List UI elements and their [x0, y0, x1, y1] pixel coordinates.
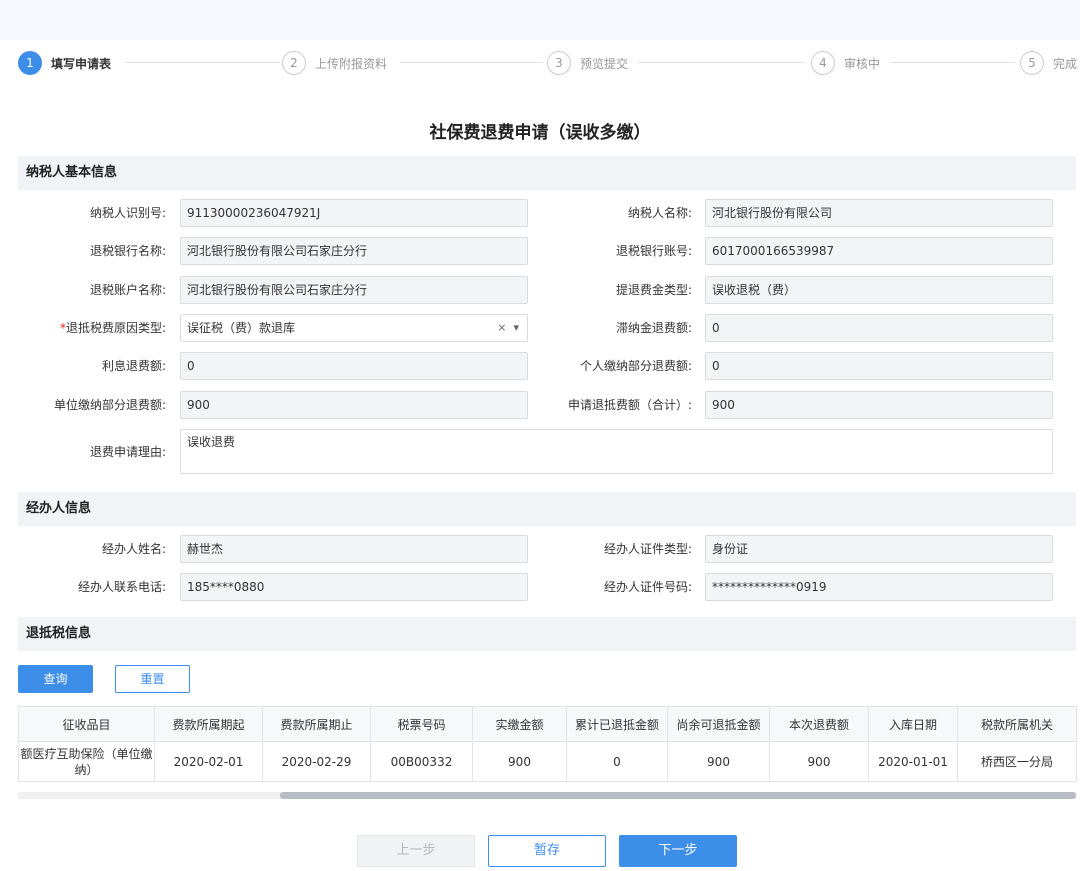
late-fee-label: 滞纳金退费额: [615, 321, 692, 335]
personal-part-label: 个人缴纳部分退费额: [579, 359, 692, 373]
step-1[interactable]: 1 填写申请表 [18, 50, 111, 76]
agent-phone-field[interactable]: 185****0880 [180, 573, 528, 601]
late-fee-field[interactable]: 0 [705, 314, 1053, 342]
step-label: 完成 [1053, 56, 1078, 71]
save-draft-button[interactable]: 暂存 [488, 835, 606, 867]
step-connector [890, 62, 1015, 63]
table-cell: 额医疗互助保险（单位缴纳） [18, 741, 155, 782]
table-cell: 2020-02-01 [154, 741, 263, 782]
unit-part-field[interactable]: 900 [180, 391, 528, 419]
taxpayer-name-label: 纳税人名称: [627, 206, 692, 220]
step-number: 3 [547, 51, 571, 75]
refund-bank-field[interactable]: 河北银行股份有限公司石家庄分行 [180, 237, 528, 265]
table-cell: 900 [472, 741, 567, 782]
step-label: 填写申请表 [51, 56, 112, 71]
table-cell: 2020-02-29 [262, 741, 371, 782]
table-cell: 900 [667, 741, 770, 782]
interest-field[interactable]: 0 [180, 352, 528, 380]
unit-part-label: 单位缴纳部分退费额: [53, 398, 166, 412]
step-3[interactable]: 3 预览提交 [547, 50, 628, 76]
clear-icon[interactable]: × [497, 321, 506, 334]
column-header: 费款所属期止 [262, 706, 371, 742]
agent-cert-no-field[interactable]: **************0919 [705, 573, 1053, 601]
select-controls: × ▾ [497, 315, 519, 341]
refund-account-label: 退税银行账号: [615, 244, 692, 258]
section-taxpayer-info: 纳税人基本信息 [18, 156, 1076, 190]
reason-type-value: 误征税（费）款退库 [187, 321, 296, 335]
step-4[interactable]: 4 审核中 [811, 50, 880, 76]
reason-type-select[interactable]: 误征税（费）款退库 × ▾ [180, 314, 528, 342]
column-header: 税款所属机关 [957, 706, 1077, 742]
total-refund-field[interactable]: 900 [705, 391, 1053, 419]
account-name-field[interactable]: 河北银行股份有限公司石家庄分行 [180, 276, 528, 304]
refund-bank-label: 退税银行名称: [89, 244, 166, 258]
step-number: 5 [1020, 51, 1044, 75]
column-header: 费款所属期起 [154, 706, 263, 742]
reason-type-label-wrap: *退抵税费原因类型: [18, 314, 166, 342]
taxpayer-id-field[interactable]: 91130000236047921J [180, 199, 528, 227]
reset-button[interactable]: 重置 [115, 665, 190, 693]
column-header: 本次退费额 [769, 706, 869, 742]
total-refund-label: 申请退抵费额（合计）: [567, 398, 692, 412]
refund-type-field[interactable]: 误收退税（费） [705, 276, 1053, 304]
step-2[interactable]: 2 上传附报资料 [282, 50, 387, 76]
table-cell: 0 [566, 741, 668, 782]
caret-down-icon[interactable]: ▾ [513, 321, 519, 334]
table-cell: 900 [769, 741, 869, 782]
table-scrollbar-thumb[interactable] [280, 792, 1076, 799]
column-header: 累计已退抵金额 [566, 706, 668, 742]
column-header: 征收品目 [18, 706, 155, 742]
refund-type-label: 提退费金类型: [615, 283, 692, 297]
page-title: 社保费退费申请（误收多缴） [429, 123, 651, 143]
step-connector [638, 62, 805, 63]
table-row[interactable]: 额医疗互助保险（单位缴纳） 2020-02-01 2020-02-29 00B0… [18, 741, 1077, 782]
personal-part-field[interactable]: 0 [705, 352, 1053, 380]
query-button[interactable]: 查询 [18, 665, 93, 693]
section-agent-info: 经办人信息 [18, 492, 1076, 526]
step-connector [400, 62, 543, 63]
agent-name-field[interactable]: 赫世杰 [180, 535, 528, 563]
step-label: 预览提交 [580, 56, 629, 71]
step-number: 2 [282, 51, 306, 75]
interest-label: 利息退费额: [101, 359, 166, 373]
prev-step-button[interactable]: 上一步 [357, 835, 475, 867]
agent-cert-type-label: 经办人证件类型: [603, 542, 692, 556]
step-connector [125, 62, 280, 63]
step-label: 上传附报资料 [315, 56, 388, 71]
agent-cert-no-label: 经办人证件号码: [603, 580, 692, 594]
step-5[interactable]: 5 完成 [1020, 50, 1077, 76]
section-refund-info: 退抵税信息 [18, 617, 1076, 651]
agent-phone-label: 经办人联系电话: [77, 580, 166, 594]
reason-label: 退费申请理由: [89, 445, 166, 459]
reason-type-label: 退抵税费原因类型: [65, 321, 166, 335]
column-header: 税票号码 [370, 706, 473, 742]
account-name-label: 退税账户名称: [89, 283, 166, 297]
refund-application-page: 1 填写申请表 2 上传附报资料 3 预览提交 4 审核中 5 完成 社保费退费… [0, 0, 1080, 871]
column-header: 尚余可退抵金额 [667, 706, 770, 742]
top-bar [0, 0, 1080, 40]
table-cell: 桥西区一分局 [957, 741, 1077, 782]
step-number: 1 [18, 51, 42, 75]
refund-table: 征收品目 费款所属期起 费款所属期止 税票号码 实缴金额 累计已退抵金额 尚余可… [18, 706, 1077, 782]
next-step-button[interactable]: 下一步 [619, 835, 737, 867]
step-label: 审核中 [844, 56, 881, 71]
column-header: 实缴金额 [472, 706, 567, 742]
column-header: 入库日期 [868, 706, 958, 742]
progress-stepper: 1 填写申请表 2 上传附报资料 3 预览提交 4 审核中 5 完成 [0, 50, 1080, 76]
table-header-row: 征收品目 费款所属期起 费款所属期止 税票号码 实缴金额 累计已退抵金额 尚余可… [18, 706, 1077, 742]
step-number: 4 [811, 51, 835, 75]
taxpayer-id-label: 纳税人识别号: [89, 206, 166, 220]
table-cell: 2020-01-01 [868, 741, 958, 782]
agent-name-label: 经办人姓名: [101, 542, 166, 556]
agent-cert-type-field[interactable]: 身份证 [705, 535, 1053, 563]
table-cell: 00B00332 [370, 741, 473, 782]
reason-textarea[interactable]: 误收退费 [180, 429, 1053, 474]
taxpayer-name-field[interactable]: 河北银行股份有限公司 [705, 199, 1053, 227]
refund-account-field[interactable]: 6017000166539987 [705, 237, 1053, 265]
